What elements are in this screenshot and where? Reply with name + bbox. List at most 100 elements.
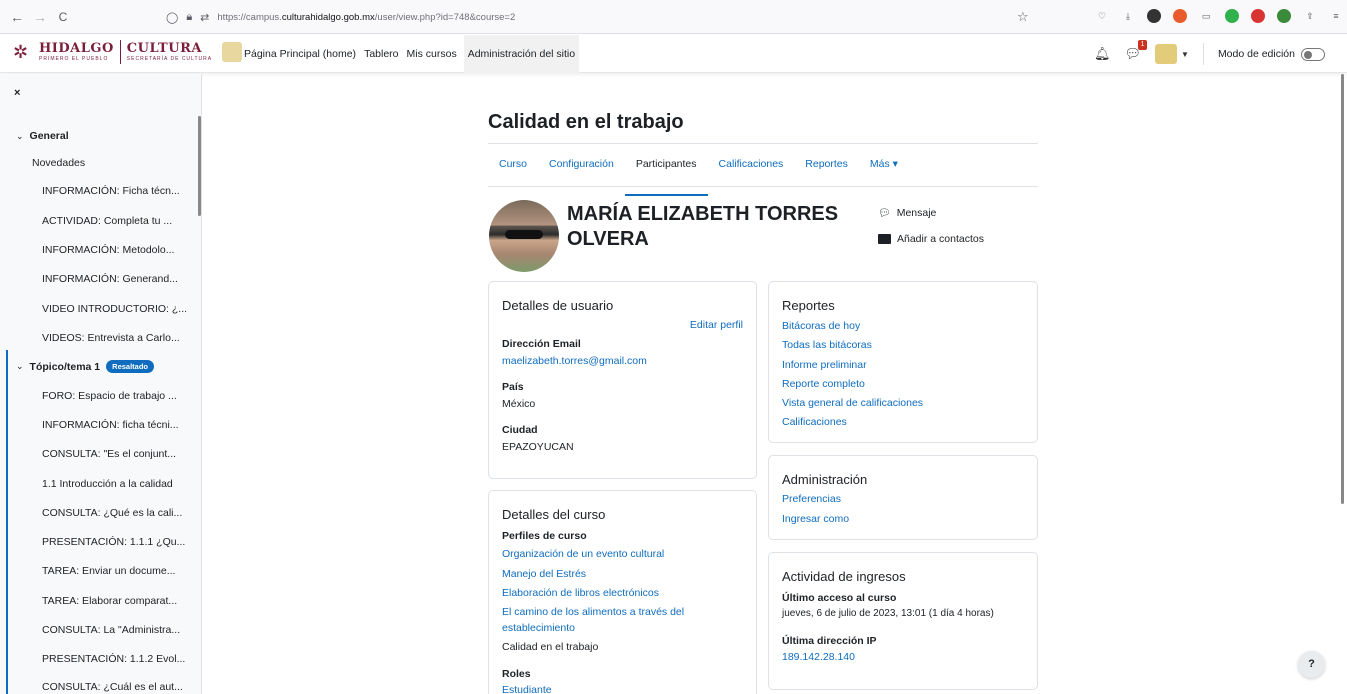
tab-more[interactable]: Más ▾ [859, 151, 909, 186]
login-as-link[interactable]: Ingresar como [782, 513, 849, 525]
course-profile-link[interactable]: Manejo del Estrés [502, 568, 586, 580]
edit-profile-link[interactable]: Editar perfil [690, 319, 743, 331]
section-general[interactable]: ⌄ General [16, 130, 69, 142]
email-label: Dirección Email [502, 338, 581, 350]
edit-mode-toggle[interactable] [1301, 47, 1325, 61]
course-index-drawer: × ⌄ General Novedades INFORMACIÓN: Ficha… [0, 74, 202, 694]
report-todays-logs-link[interactable]: Bitácoras de hoy [782, 320, 860, 332]
tab-settings[interactable]: Configuración [538, 151, 625, 186]
drawer-item[interactable]: PRESENTACIÓN: 1.1.2 Evol... [42, 653, 185, 665]
message-button[interactable]: 💬︎ Mensaje [878, 207, 936, 219]
close-drawer-icon[interactable]: × [14, 87, 20, 99]
divider [488, 143, 1038, 144]
url-text[interactable]: https://campus.culturahidalgo.gob.mx/use… [217, 12, 515, 23]
report-complete-link[interactable]: Reporte completo [782, 378, 865, 390]
drawer-item[interactable]: TAREA: Elaborar comparat... [42, 595, 177, 607]
site-header: ✲ HIDALGO PRIMERO EL PUEBLO CULTURA SECR… [0, 35, 1347, 73]
extension-icon[interactable] [1173, 9, 1187, 23]
chevron-down-icon[interactable]: ▼ [1181, 50, 1189, 59]
messages-icon[interactable]: 💬︎ 1 [1125, 40, 1148, 62]
drawer-scrollbar[interactable] [198, 116, 201, 216]
menu-icon[interactable]: ≡ [1329, 9, 1343, 23]
user-avatar[interactable] [1155, 44, 1178, 64]
section-topic-1[interactable]: ⌄ Tópico/tema 1 Resaltado [16, 360, 155, 373]
nav-home[interactable]: Página Principal (home) [243, 35, 357, 73]
add-contact-button[interactable]: Añadir a contactos [878, 233, 984, 245]
drawer-item[interactable]: INFORMACIÓN: Generand... [42, 273, 178, 285]
last-ip-link[interactable]: 189.142.28.140 [782, 651, 855, 663]
notifications-bell-icon[interactable]: 🔔︎ [1094, 46, 1111, 62]
shield-icon[interactable]: ◯ [166, 11, 178, 24]
course-profiles-label: Perfiles de curso [502, 530, 587, 542]
email-link[interactable]: maelizabeth.torres@gmail.com [502, 355, 647, 367]
download-icon[interactable]: ⤓ [1121, 9, 1135, 23]
course-profile-link[interactable]: El camino de los alimentos a través del [502, 606, 684, 618]
tab-participants[interactable]: Participantes [624, 151, 708, 196]
drawer-item[interactable]: CONSULTA: ¿Qué es la cali... [42, 507, 182, 519]
drawer-item[interactable]: PRESENTACIÓN: 1.1.1 ¿Qu... [42, 536, 185, 548]
extension-icon[interactable] [1147, 9, 1161, 23]
drawer-item[interactable]: CONSULTA: "Es el conjunt... [42, 448, 176, 460]
course-profile-link-cont[interactable]: establecimiento [502, 622, 575, 634]
drawer-item[interactable]: ACTIVIDAD: Completa tu ... [42, 215, 172, 227]
reports-card: Reportes Bitácoras de hoy Todas las bitá… [768, 281, 1038, 443]
course-details-card: Detalles del curso Perfiles de curso Org… [488, 490, 757, 694]
help-button[interactable]: ? [1298, 651, 1325, 678]
edit-mode-label: Modo de edición [1217, 48, 1295, 60]
last-access-value: jueves, 6 de julio de 2023, 13:01 (1 día… [782, 608, 994, 619]
city-label: Ciudad [502, 424, 538, 436]
permissions-icon[interactable]: ⇄ [200, 11, 209, 24]
report-outline-link[interactable]: Informe preliminar [782, 359, 867, 371]
user-details-card: Detalles de usuario Editar perfil Direcc… [488, 281, 757, 479]
preferences-link[interactable]: Preferencias [782, 493, 841, 505]
page-scrollbar[interactable] [1341, 74, 1344, 504]
drawer-item[interactable]: 1.1 Introducción a la calidad [42, 478, 173, 490]
country-value: México [502, 398, 536, 410]
drawer-item[interactable]: TAREA: Enviar un docume... [42, 565, 175, 577]
tab-grades[interactable]: Calificaciones [708, 151, 795, 186]
drawer-item[interactable]: INFORMACIÓN: Ficha técn... [42, 185, 180, 197]
profile-name: MARÍA ELIZABETH TORRES OLVERA [567, 203, 839, 250]
highlight-indicator [6, 350, 8, 694]
course-profile-link[interactable]: Organización de un evento cultural [502, 548, 664, 560]
forward-icon[interactable]: → [31, 9, 49, 25]
site-logo[interactable]: ✲ HIDALGO PRIMERO EL PUEBLO CULTURA SECR… [13, 40, 243, 64]
chevron-down-icon[interactable]: ⌄ [16, 131, 24, 142]
lock-icon[interactable]: 🔒︎ [186, 11, 192, 24]
course-profile-link[interactable]: Elaboración de libros electrónicos [502, 587, 659, 599]
report-all-logs-link[interactable]: Todas las bitácoras [782, 339, 872, 351]
logo-divider [119, 40, 121, 64]
share-icon[interactable]: ⇪ [1303, 9, 1317, 23]
drawer-item[interactable]: CONSULTA: ¿Cuál es el aut... [42, 681, 183, 693]
tab-reports[interactable]: Reportes [794, 151, 859, 186]
drawer-item[interactable]: VIDEOS: Entrevista a Carlo... [42, 332, 180, 344]
address-bar[interactable]: ◯ 🔒︎ ⇄ https://campus.culturahidalgo.gob… [166, 6, 1026, 28]
chevron-down-icon[interactable]: ⌄ [16, 361, 24, 372]
report-grades-link[interactable]: Calificaciones [782, 416, 847, 428]
role-link[interactable]: Estudiante [502, 684, 552, 694]
drawer-item[interactable]: INFORMACIÓN: Metodolo... [42, 244, 174, 256]
tab-course[interactable]: Curso [488, 151, 538, 186]
profile-picture [489, 200, 559, 272]
drawer-item[interactable]: Novedades [32, 157, 85, 169]
adblock-icon[interactable] [1251, 9, 1265, 23]
nav-site-admin[interactable]: Administración del sitio [463, 35, 580, 73]
comment-icon: 💬︎ [878, 207, 891, 219]
pocket-icon[interactable]: ♡ [1095, 9, 1109, 23]
extension-icon[interactable] [1225, 9, 1239, 23]
back-icon[interactable]: ← [8, 9, 26, 25]
drawer-item[interactable]: FORO: Espacio de trabajo ... [42, 390, 177, 402]
page-title: Calidad en el trabajo [488, 111, 684, 133]
drawer-item[interactable]: CONSULTA: La "Administra... [42, 624, 180, 636]
reload-icon[interactable]: C [54, 9, 72, 25]
user-navigation: 🔔︎ 💬︎ 1 ▼ Modo de edición [1094, 35, 1325, 73]
logo-cultura: CULTURA SECRETARÍA DE CULTURA [126, 41, 213, 63]
extension-icon[interactable] [1277, 9, 1291, 23]
drawer-item[interactable]: VIDEO INTRODUCTORIO: ¿... [42, 303, 187, 315]
bookmark-star-icon[interactable]: ☆ [1017, 9, 1029, 25]
report-grades-overview-link[interactable]: Vista general de calificaciones [782, 397, 923, 409]
nav-dashboard[interactable]: Tablero [363, 35, 399, 73]
reader-icon[interactable]: ▭ [1199, 9, 1213, 23]
nav-my-courses[interactable]: Mis cursos [406, 35, 458, 73]
drawer-item[interactable]: INFORMACIÓN: ficha técni... [42, 419, 179, 431]
